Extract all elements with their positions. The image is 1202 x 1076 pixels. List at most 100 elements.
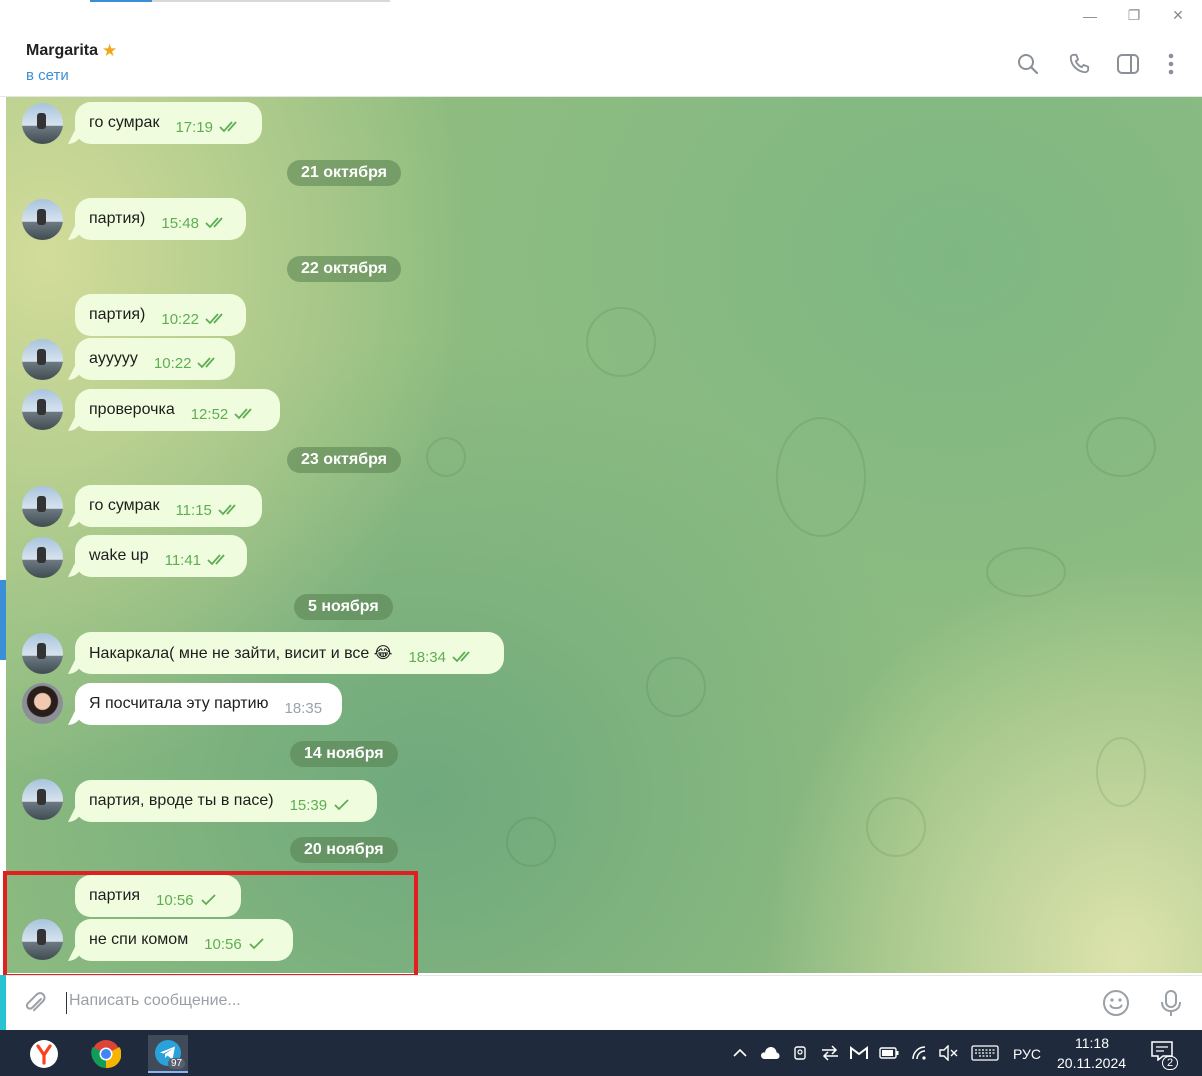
- pattern-doodle: [506, 817, 556, 867]
- message-bubble[interactable]: ayyyyy 10:22: [75, 338, 235, 380]
- message-text: wake up: [89, 547, 149, 564]
- message-text: партия): [89, 306, 146, 323]
- message-bubble[interactable]: го сумрак 11:15: [75, 485, 262, 527]
- pattern-doodle: [1096, 737, 1146, 807]
- message-text: ayyyyy: [89, 350, 138, 367]
- restore-button[interactable]: ❐: [1112, 0, 1156, 31]
- pattern-doodle: [866, 797, 926, 857]
- double-check-icon: [205, 313, 227, 325]
- search-icon[interactable]: [1015, 51, 1041, 77]
- message-bubble[interactable]: Накаркала( мне не зайти, висит и все 😂 1…: [75, 632, 504, 674]
- keyboard-icon[interactable]: [970, 1044, 1000, 1062]
- sidebar-toggle-icon[interactable]: [1115, 51, 1141, 77]
- close-button[interactable]: ✕: [1156, 0, 1200, 31]
- message-text: го сумрак: [89, 114, 160, 131]
- message-time: 12:52: [190, 405, 229, 423]
- pattern-doodle: [586, 307, 656, 377]
- avatar[interactable]: [22, 683, 63, 724]
- notification-count: 2: [1162, 1056, 1179, 1070]
- yandex-browser-icon[interactable]: [24, 1035, 64, 1073]
- chrome-icon[interactable]: [86, 1035, 126, 1073]
- message-bubble[interactable]: партия, вроде ты в пасе) 15:39: [75, 780, 377, 822]
- message-time: 11:41: [164, 551, 202, 569]
- avatar[interactable]: [22, 633, 63, 674]
- volume-muted-icon[interactable]: [938, 1044, 958, 1062]
- pattern-doodle: [776, 417, 866, 537]
- date-separator: 23 октября: [287, 447, 401, 473]
- double-check-icon: [452, 651, 474, 663]
- date-separator: 20 ноября: [290, 837, 398, 863]
- message-composer: Написать сообщение...: [0, 975, 1202, 1030]
- chat-messages-area[interactable]: го сумрак 17:19 21 октября партия) 15:48…: [6, 97, 1202, 973]
- message-time: 10:22: [161, 310, 199, 328]
- message-bubble[interactable]: го сумрак 17:19: [75, 102, 262, 144]
- message-bubble[interactable]: проверочка 12:52: [75, 389, 280, 431]
- clock-date[interactable]: 20.11.2024: [1057, 1055, 1126, 1071]
- chevron-up-icon[interactable]: [730, 1044, 750, 1062]
- clock-time[interactable]: 11:18: [1075, 1035, 1109, 1051]
- double-check-icon: [197, 357, 219, 369]
- double-check-icon: [218, 504, 240, 516]
- gmail-icon[interactable]: [849, 1044, 869, 1062]
- message-time: 15:39: [289, 796, 328, 814]
- pattern-doodle: [646, 657, 706, 717]
- chat-header: Margarita ★ в сети: [0, 31, 1202, 97]
- avatar[interactable]: [22, 537, 63, 578]
- avatar[interactable]: [22, 779, 63, 820]
- input-language[interactable]: РУС: [1013, 1046, 1041, 1062]
- date-separator: 22 октября: [287, 256, 401, 282]
- message-time: 18:34: [408, 648, 446, 666]
- message-bubble[interactable]: партия) 10:22: [75, 294, 246, 336]
- minimize-button[interactable]: —: [1068, 0, 1112, 31]
- message-time: 17:19: [175, 118, 213, 136]
- attach-paperclip-icon[interactable]: [20, 988, 50, 1018]
- message-time: 11:15: [175, 501, 212, 519]
- microphone-icon[interactable]: [1156, 988, 1186, 1018]
- emoji-icon[interactable]: [1101, 988, 1131, 1018]
- message-text: Накаркала( мне не зайти, висит и все 😂: [89, 645, 393, 662]
- telegram-badge: 97: [168, 1058, 186, 1069]
- star-emoji-icon: ★: [102, 41, 118, 60]
- pattern-doodle: [426, 437, 466, 477]
- camera-icon[interactable]: [790, 1044, 810, 1062]
- avatar[interactable]: [22, 199, 63, 240]
- cloud-icon[interactable]: [760, 1044, 780, 1062]
- message-bubble[interactable]: Я посчитала эту партию 18:35: [75, 683, 342, 725]
- contact-name: Margarita: [26, 42, 99, 59]
- avatar[interactable]: [22, 486, 63, 527]
- double-check-icon: [207, 554, 229, 566]
- window-titlebar: — ❐ ✕: [0, 0, 1202, 31]
- message-time: 18:35: [284, 699, 323, 717]
- message-text: партия): [89, 210, 146, 227]
- date-separator: 5 ноября: [294, 594, 393, 620]
- avatar[interactable]: [22, 339, 63, 380]
- message-text: проверочка: [89, 401, 175, 418]
- message-text: партия, вроде ты в пасе): [89, 792, 274, 809]
- message-time: 15:48: [161, 214, 199, 232]
- date-separator: 21 октября: [287, 160, 401, 186]
- more-vertical-icon[interactable]: [1158, 51, 1184, 77]
- message-time: 10:22: [153, 354, 192, 372]
- windows-taskbar: 97 РУС 11:18 20.11.2024 2: [0, 1030, 1202, 1076]
- date-separator: 14 ноября: [290, 741, 398, 767]
- phone-icon[interactable]: [1066, 51, 1092, 77]
- pattern-doodle: [1086, 417, 1156, 477]
- battery-icon[interactable]: [879, 1044, 899, 1062]
- message-text: Я посчитала эту партию: [89, 695, 269, 712]
- double-check-icon: [234, 408, 256, 420]
- red-highlight-box: [3, 871, 418, 978]
- avatar[interactable]: [22, 103, 63, 144]
- message-bubble[interactable]: партия) 15:48: [75, 198, 246, 240]
- transfer-arrows-icon[interactable]: [820, 1044, 840, 1062]
- wifi-icon[interactable]: [910, 1044, 930, 1062]
- double-check-icon: [219, 121, 241, 133]
- message-input[interactable]: Написать сообщение...: [69, 992, 241, 1010]
- tab-indicator: [90, 0, 152, 2]
- avatar[interactable]: [22, 389, 63, 430]
- message-bubble[interactable]: wake up 11:41: [75, 535, 247, 577]
- pattern-doodle: [986, 547, 1066, 597]
- double-check-icon: [205, 217, 227, 229]
- chat-title[interactable]: Margarita ★: [26, 41, 117, 61]
- message-text: го сумрак: [89, 497, 160, 514]
- text-caret: [66, 992, 67, 1014]
